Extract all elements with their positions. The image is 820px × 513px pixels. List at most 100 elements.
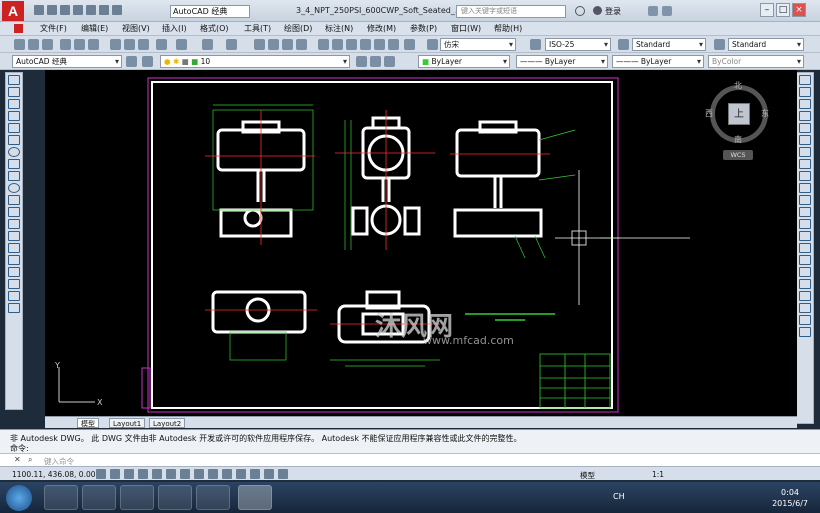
trim-icon[interactable] <box>799 183 811 193</box>
close-cmd-icon[interactable]: ✕ <box>14 455 21 464</box>
move-icon[interactable] <box>799 135 811 145</box>
viewcube[interactable]: 上 北 南 东 西 WCS <box>705 80 775 160</box>
make-current-icon[interactable] <box>356 56 367 67</box>
open-icon[interactable] <box>47 5 57 15</box>
erase-icon[interactable] <box>799 75 811 85</box>
menu-dimension[interactable]: 标注(N) <box>325 23 353 34</box>
menu-file[interactable]: 文件(F) <box>40 23 67 34</box>
toolpalettes-icon[interactable] <box>346 39 357 50</box>
matchprop-icon[interactable] <box>156 39 167 50</box>
polygon-icon[interactable] <box>8 111 20 121</box>
drawing-area[interactable]: Y X 上 北 南 东 西 WCS 沐风网 www.mfcad.com <box>45 70 797 416</box>
pan-icon[interactable] <box>254 39 265 50</box>
break-icon[interactable] <box>799 219 811 229</box>
menu-help[interactable]: 帮助(H) <box>494 23 522 34</box>
autocad-taskbar-icon[interactable] <box>238 485 272 510</box>
menu-tools[interactable]: 工具(T) <box>244 23 271 34</box>
qp-icon[interactable] <box>264 469 274 479</box>
model-space-button[interactable]: 模型 <box>580 470 595 481</box>
text-style-select[interactable]: 仿宋 <box>440 38 516 51</box>
sc-icon[interactable] <box>278 469 288 479</box>
fillet-icon[interactable] <box>799 255 811 265</box>
new-icon[interactable] <box>34 5 44 15</box>
offset-icon[interactable] <box>799 111 811 121</box>
preview-icon[interactable] <box>74 39 85 50</box>
save-icon[interactable] <box>60 5 70 15</box>
plotstyle-select[interactable]: ByColor <box>708 55 804 68</box>
save-icon[interactable] <box>42 39 53 50</box>
ducs-icon[interactable] <box>208 469 218 479</box>
redo-icon[interactable] <box>226 39 237 50</box>
table-style-select[interactable]: Standard <box>632 38 706 51</box>
saveas-icon[interactable] <box>73 5 83 15</box>
line-icon[interactable] <box>8 75 20 85</box>
tpy-icon[interactable] <box>250 469 260 479</box>
xline-icon[interactable] <box>8 87 20 97</box>
dimension-icon[interactable] <box>799 291 811 301</box>
workspace-settings-icon[interactable] <box>126 56 137 67</box>
gradient-icon[interactable] <box>8 255 20 265</box>
properties-icon[interactable] <box>318 39 329 50</box>
make-block-icon[interactable] <box>8 219 20 229</box>
mtext-icon[interactable] <box>8 291 20 301</box>
baidu-taskbar-icon[interactable] <box>82 485 116 510</box>
mleader-style-icon[interactable] <box>714 39 725 50</box>
paste-icon[interactable] <box>138 39 149 50</box>
qihoo-taskbar-icon[interactable] <box>158 485 192 510</box>
minimize-button[interactable]: – <box>760 3 774 17</box>
app-menu-button[interactable]: A <box>2 1 24 21</box>
maximize-button[interactable]: □ <box>776 3 790 17</box>
menu-window[interactable]: 窗口(W) <box>451 23 481 34</box>
language-indicator[interactable]: CH <box>613 492 625 501</box>
otrack-icon[interactable] <box>194 469 204 479</box>
hatch-icon[interactable] <box>8 243 20 253</box>
polar-icon[interactable] <box>152 469 162 479</box>
table-icon[interactable] <box>8 279 20 289</box>
cut-icon[interactable] <box>110 39 121 50</box>
add-selected-icon[interactable] <box>8 303 20 313</box>
search-input[interactable]: 键入关键字或短语 <box>456 5 566 18</box>
insert-block-icon[interactable] <box>8 207 20 217</box>
close-button[interactable]: × <box>792 3 806 17</box>
lineweight-select[interactable]: ——— ByLayer <box>612 55 704 68</box>
center-mark-icon[interactable] <box>799 327 811 337</box>
copy-icon[interactable] <box>124 39 135 50</box>
layer-previous-icon[interactable] <box>370 56 381 67</box>
sheetset-icon[interactable] <box>360 39 371 50</box>
text-style-icon[interactable] <box>427 39 438 50</box>
mleader-style-select[interactable]: Standard <box>728 38 804 51</box>
tab-layout1[interactable]: Layout1 <box>109 418 146 428</box>
zoom-realtime-icon[interactable] <box>268 39 279 50</box>
blockeditor-icon[interactable] <box>176 39 187 50</box>
menu-view[interactable]: 视图(V) <box>122 23 150 34</box>
viewcube-east[interactable]: 东 <box>761 108 769 119</box>
dim-style-icon[interactable] <box>530 39 541 50</box>
linetype-select[interactable]: ——— ByLayer <box>516 55 608 68</box>
quickcalc-icon[interactable] <box>388 39 399 50</box>
system-clock[interactable]: 0:04 2015/6/7 <box>772 487 808 509</box>
array-icon[interactable] <box>799 123 811 133</box>
join-icon[interactable] <box>799 231 811 241</box>
point-icon[interactable] <box>8 231 20 241</box>
qnew-icon[interactable] <box>14 39 25 50</box>
plot-icon[interactable] <box>60 39 71 50</box>
menu-draw[interactable]: 绘图(D) <box>284 23 312 34</box>
mirror-icon[interactable] <box>799 99 811 109</box>
exchange-icon[interactable] <box>648 6 658 16</box>
wcs-menu[interactable]: WCS <box>723 150 753 160</box>
grid-icon[interactable] <box>124 469 134 479</box>
undo-icon[interactable] <box>202 39 213 50</box>
search-icon[interactable] <box>575 6 585 16</box>
infer-constraints-icon[interactable] <box>96 469 106 479</box>
viewcube-top-face[interactable]: 上 <box>728 103 750 125</box>
viewcube-north[interactable]: 北 <box>734 80 742 91</box>
extend-icon[interactable] <box>799 195 811 205</box>
viewcube-south[interactable]: 南 <box>734 134 742 145</box>
leader-icon[interactable] <box>799 303 811 313</box>
circle-icon[interactable] <box>8 147 20 157</box>
viewcube-west[interactable]: 西 <box>705 108 713 119</box>
browser-taskbar-icon[interactable] <box>120 485 154 510</box>
stretch-icon[interactable] <box>799 171 811 181</box>
markup-icon[interactable] <box>374 39 385 50</box>
arc-icon[interactable] <box>8 135 20 145</box>
